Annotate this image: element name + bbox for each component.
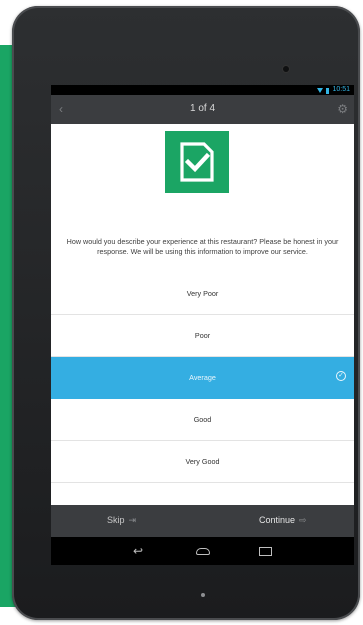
- option-good[interactable]: Good: [51, 399, 354, 441]
- document-checkmark-icon: [165, 131, 229, 193]
- system-nav-bar: ↩: [51, 537, 354, 565]
- wifi-icon: [317, 88, 324, 93]
- option-label: Good: [193, 415, 212, 424]
- tablet-screen: 10:51 ‹ 1 of 4 ⚙ How would you describe …: [51, 85, 354, 565]
- option-label: Very Poor: [186, 289, 219, 298]
- bottom-action-bar: Skip ⇥ Continue ⇨: [51, 505, 354, 537]
- check-circle-icon: ✓: [336, 371, 346, 381]
- front-camera: [283, 66, 289, 72]
- battery-icon: [326, 87, 330, 94]
- nav-back-icon[interactable]: ↩: [133, 545, 143, 557]
- option-label: Poor: [194, 331, 211, 340]
- nav-recent-apps-icon[interactable]: [259, 547, 272, 556]
- gear-icon[interactable]: ⚙: [337, 102, 348, 116]
- skip-arrow-icon: ⇥: [128, 515, 137, 525]
- survey-question: How would you describe your experience a…: [66, 237, 339, 256]
- status-bar: 10:51: [51, 85, 354, 95]
- option-very-poor[interactable]: Very Poor: [51, 273, 354, 315]
- option-average[interactable]: Average ✓: [51, 357, 354, 399]
- continue-label: Continue: [259, 515, 296, 525]
- continue-button[interactable]: Continue ⇨: [259, 515, 307, 526]
- nav-home-icon[interactable]: [196, 548, 210, 555]
- status-time: 10:51: [332, 86, 350, 93]
- question-counter: 1 of 4: [189, 103, 216, 114]
- speaker-dot: [201, 593, 205, 597]
- option-very-good[interactable]: Very Good: [51, 441, 354, 483]
- option-label: Very Good: [185, 457, 220, 466]
- option-poor[interactable]: Poor: [51, 315, 354, 357]
- continue-arrow-icon: ⇨: [299, 515, 307, 525]
- skip-label: Skip: [107, 515, 125, 525]
- top-bar: ‹ 1 of 4 ⚙: [51, 95, 354, 124]
- option-label: Average: [189, 373, 216, 382]
- rating-options: Very Poor Poor Average ✓ Good Very Good: [51, 273, 354, 483]
- tablet-frame: 10:51 ‹ 1 of 4 ⚙ How would you describe …: [12, 6, 360, 620]
- skip-button[interactable]: Skip ⇥: [107, 515, 136, 526]
